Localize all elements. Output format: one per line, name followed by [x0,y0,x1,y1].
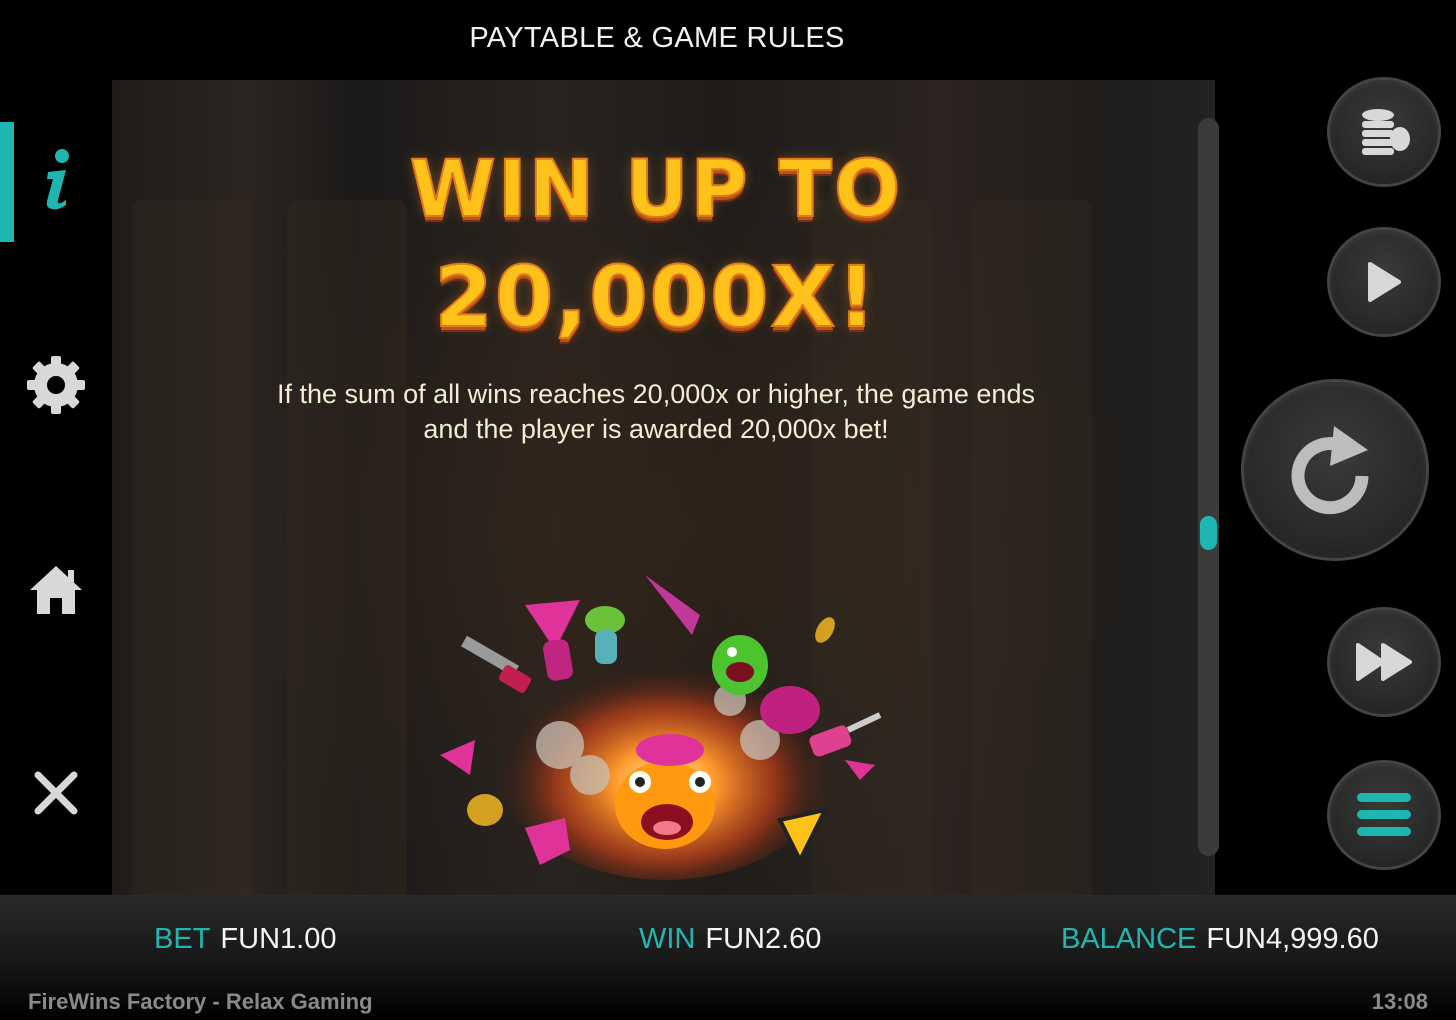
win-value: FUN2.60 [705,923,822,955]
gear-icon [27,356,85,414]
win-up-to-title: WIN UP TO 20,000X! [112,138,1200,352]
gold-coin-icon [815,617,835,643]
green-monster-icon [712,635,768,695]
warning-sign-icon [777,807,829,865]
paytable-content: WIN UP TO 20,000X! If the sum of all win… [112,80,1215,895]
pink-gem-icon [845,760,875,780]
home-icon [30,566,82,614]
game-controls [1222,80,1456,895]
sidebar-item-info[interactable] [0,125,112,235]
balance-display: BALANCE FUN4,999.60 [1061,923,1379,956]
sidebar-item-close[interactable] [0,738,112,848]
coins-icon [1362,109,1410,155]
footer-bar: BET FUN1.00 WIN FUN2.60 BALANCE FUN4,999.60… [0,895,1456,1020]
close-icon [34,771,78,815]
purple-arrow-icon [645,575,700,635]
balance-value: FUN4,999.60 [1206,923,1379,955]
sidebar-item-home[interactable] [0,535,112,645]
scrollbar-thumb[interactable] [1200,516,1217,550]
page-title: PAYTABLE & GAME RULES [469,22,845,54]
hammer-icon [461,635,532,693]
bet-display: BET FUN1.00 [154,923,336,956]
title-line-2: 20,000X! [433,247,878,347]
autoplay-button[interactable] [1330,230,1438,334]
refresh-icon [1291,426,1369,515]
spin-button[interactable] [1244,382,1426,558]
game-name: FireWins Factory - Relax Gaming [28,989,373,1014]
header-bar: PAYTABLE & GAME RULES [0,0,1456,80]
bet-coins-button[interactable] [1330,80,1438,184]
fast-forward-icon [1356,643,1412,681]
explosion-illustration [440,575,882,880]
play-icon [1368,262,1401,302]
sidebar-item-settings[interactable] [0,330,112,440]
gold-coin-icon [467,794,503,826]
title-line-1: WIN UP TO [409,144,903,236]
rule-description: If the sum of all wins reaches 20,000x o… [277,379,1035,444]
win-label: WIN [639,923,696,955]
pink-gem-icon [440,740,475,775]
menu-button[interactable] [1330,763,1438,867]
balance-label: BALANCE [1061,923,1197,955]
sidebar [0,80,112,895]
bet-label: BET [154,923,211,955]
info-icon [46,149,69,210]
menu-icon [1357,793,1411,836]
pink-rocket-icon [525,600,580,681]
magenta-cannon-icon [760,686,820,734]
win-display: WIN FUN2.60 [639,923,821,956]
bet-value: FUN1.00 [220,923,337,955]
scrollbar-track[interactable] [1198,118,1219,856]
clock: 13:08 [1371,989,1428,1014]
turbo-button[interactable] [1330,610,1438,714]
